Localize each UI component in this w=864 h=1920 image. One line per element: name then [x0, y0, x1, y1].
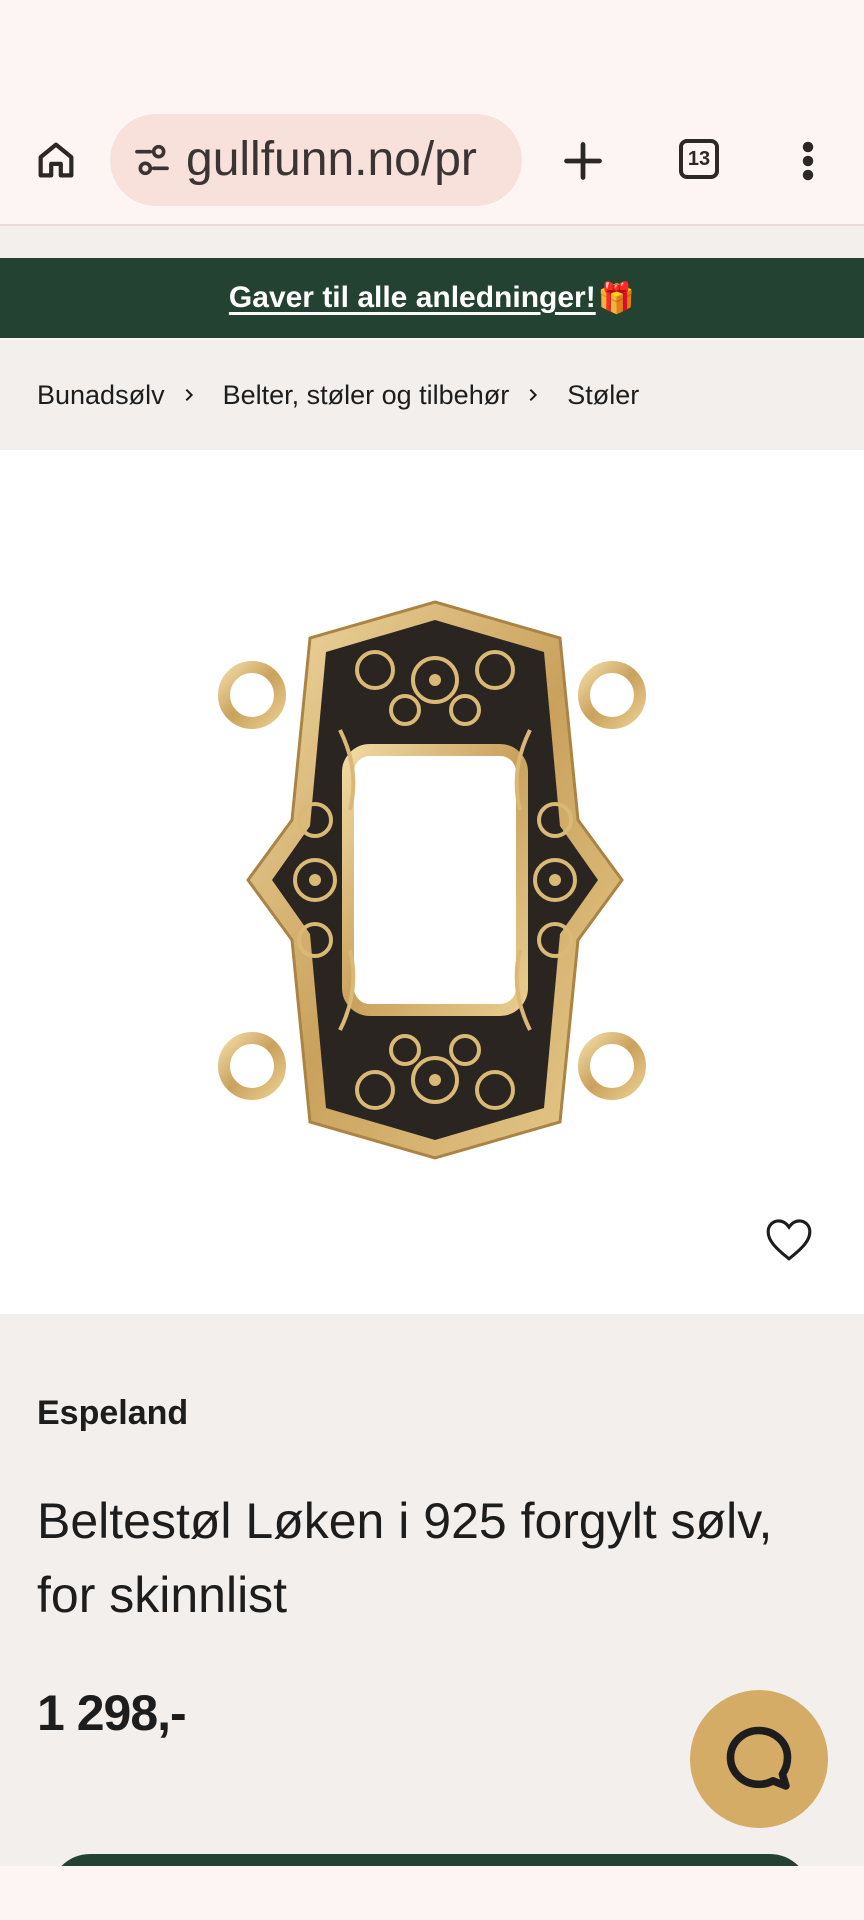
header-strip [0, 226, 864, 258]
status-bar [0, 0, 864, 100]
more-menu-button[interactable] [786, 130, 830, 192]
new-tab-button[interactable] [552, 130, 614, 192]
wishlist-button[interactable] [762, 1214, 816, 1264]
promo-link[interactable]: Gaver til alle anledninger! [229, 281, 596, 315]
url-bar[interactable]: gullfunn.no/pr [110, 114, 522, 206]
chat-icon [726, 1726, 792, 1790]
tabs-icon: 13 [679, 139, 719, 179]
breadcrumb-item-bunadsolv[interactable]: Bunadsølv [37, 380, 165, 411]
chevron-right-icon [525, 387, 541, 403]
heart-icon [766, 1219, 812, 1261]
plus-icon [564, 142, 602, 180]
browser-toolbar: gullfunn.no/pr 13 [0, 100, 864, 226]
breadcrumb-item-belter[interactable]: Belter, støler og tilbehør [223, 380, 510, 411]
product-image [218, 600, 646, 1160]
chevron-right-icon [181, 387, 197, 403]
bottom-bar [0, 1866, 864, 1920]
chat-button[interactable] [690, 1690, 828, 1828]
breadcrumb: Bunadsølv Belter, støler og tilbehør Stø… [0, 340, 864, 450]
url-text: gullfunn.no/pr [186, 133, 477, 186]
more-vert-icon [802, 141, 814, 181]
tune-icon[interactable] [128, 136, 176, 184]
gift-icon: 🎁 [597, 281, 636, 315]
breadcrumb-item-stoler[interactable]: Støler [567, 380, 639, 411]
product-price: 1 298,- [37, 1685, 187, 1741]
tab-switcher-button[interactable]: 13 [668, 128, 730, 190]
product-title: Beltestøl Løken i 925 forgylt sølv, for … [37, 1493, 773, 1623]
product-brand[interactable]: Espeland [37, 1394, 188, 1433]
product-image-area[interactable] [0, 450, 864, 1314]
home-icon [38, 142, 74, 178]
promo-banner: Gaver til alle anledninger! 🎁 [0, 258, 864, 338]
home-button[interactable] [26, 130, 86, 190]
